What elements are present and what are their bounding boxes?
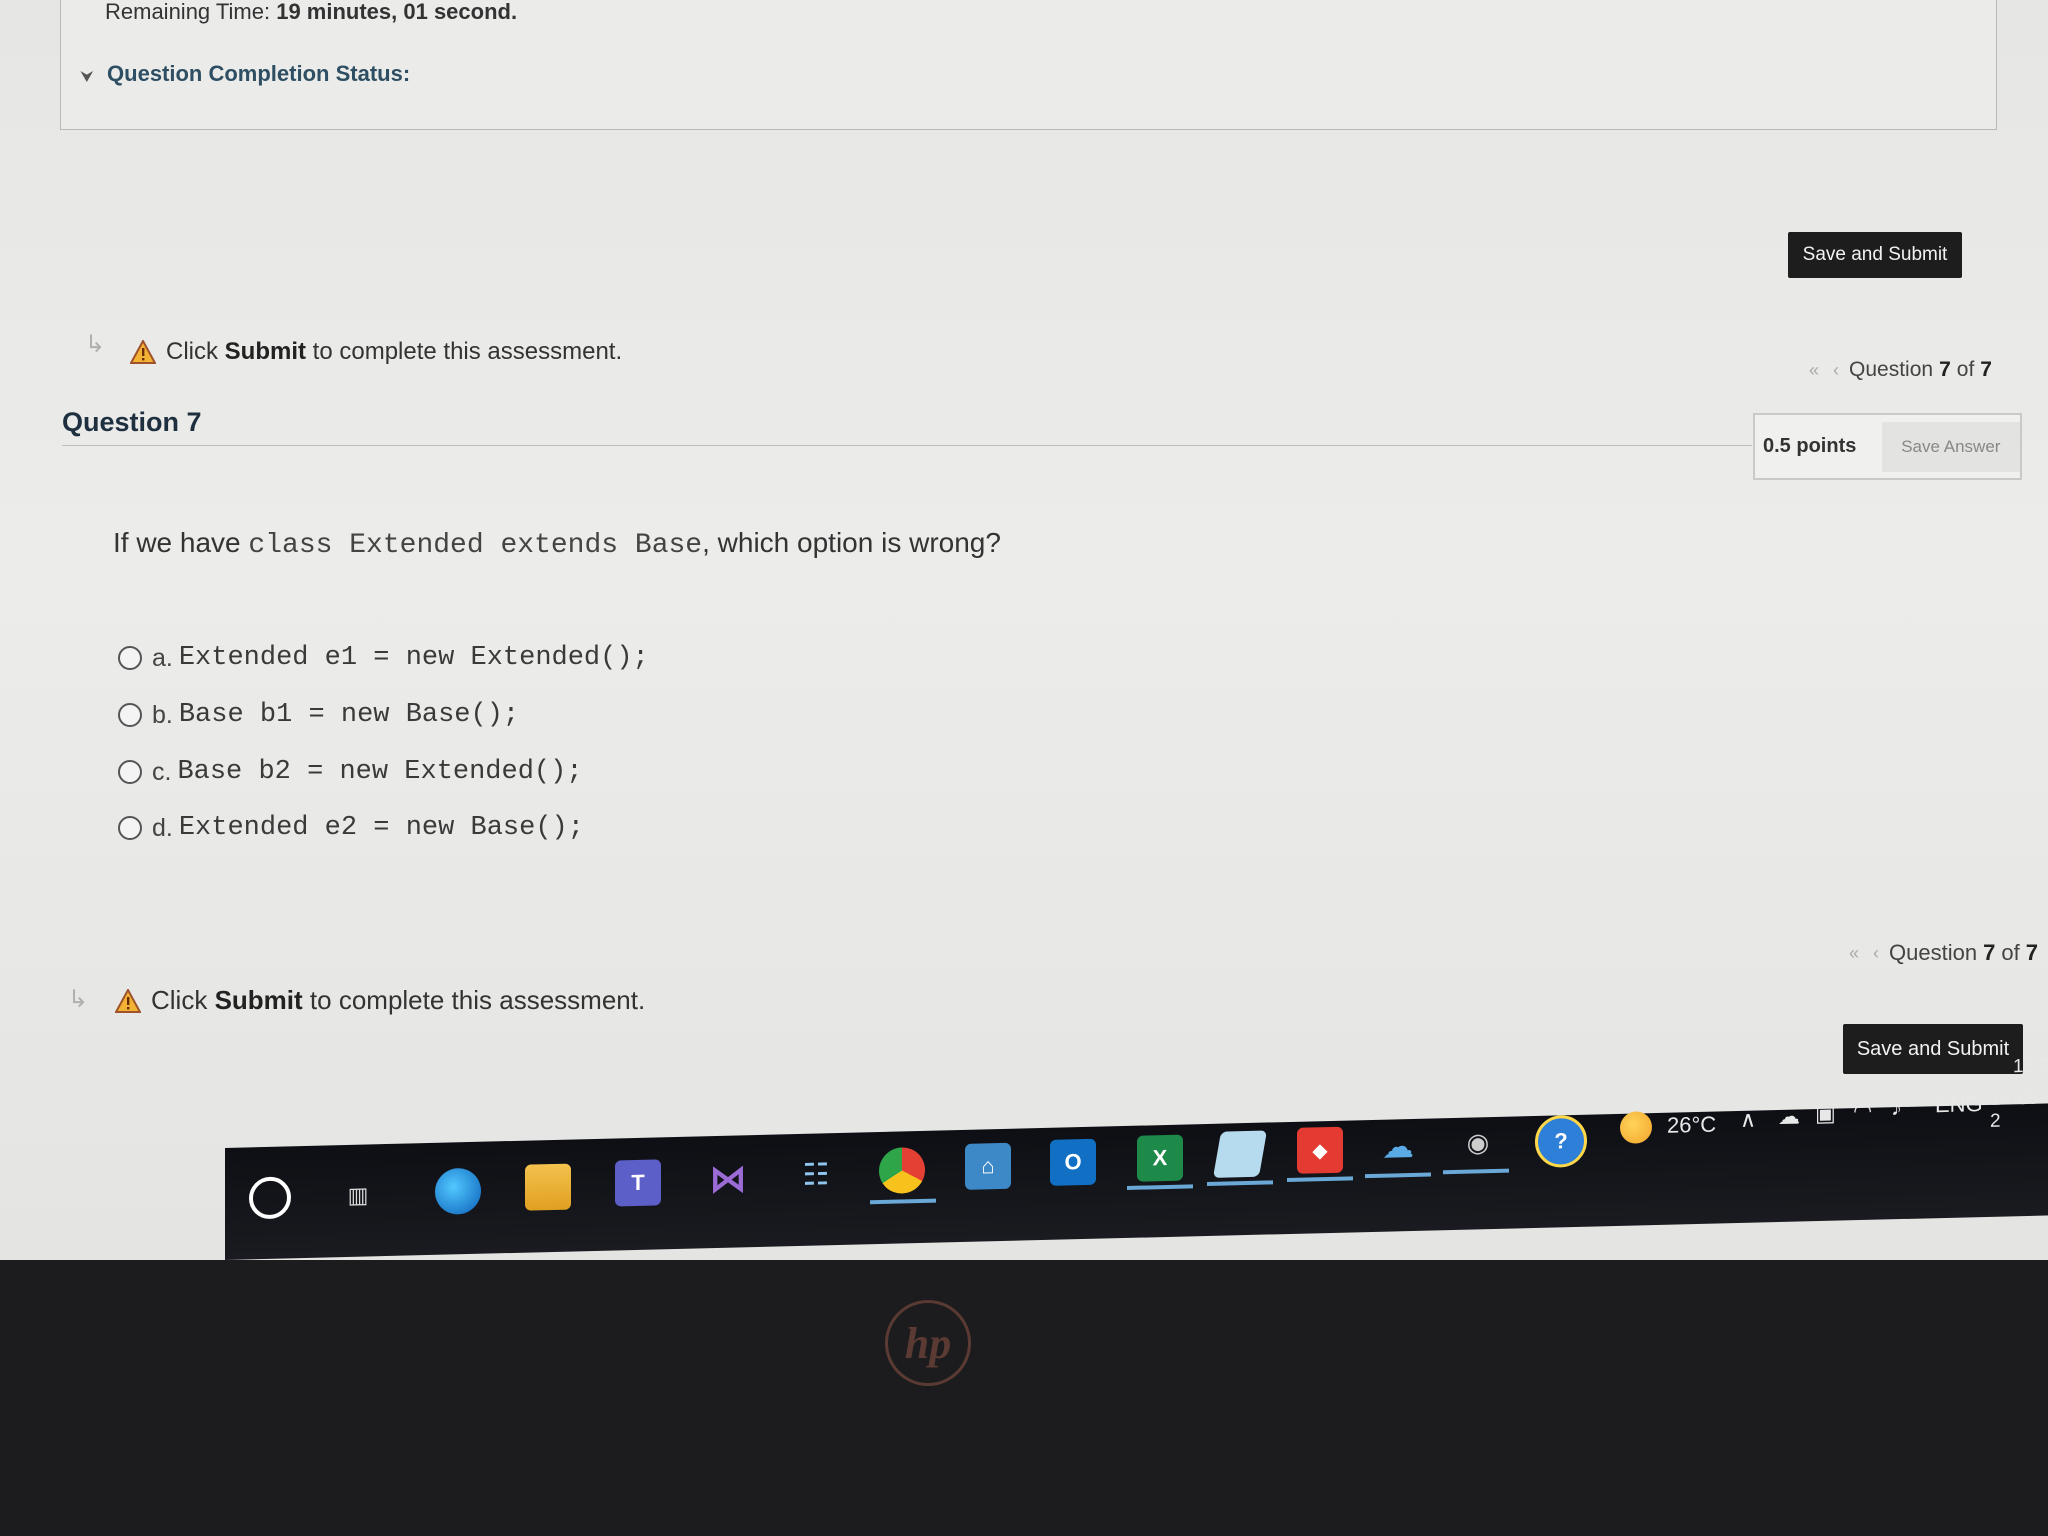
chevron-up-icon[interactable]: ∧ <box>1740 1107 1756 1133</box>
save-and-submit-button-top[interactable]: Save and Submit <box>1788 232 1962 278</box>
running-app-indicator <box>1287 1176 1353 1183</box>
previous-question-icon[interactable]: ‹ <box>1829 360 1843 381</box>
notice-text-end: to complete this assessment. <box>312 338 623 365</box>
remaining-time-value: 19 minutes, 01 second. <box>276 0 518 24</box>
first-question-icon[interactable]: « <box>1845 943 1863 964</box>
completion-status-label: Question Completion Status: <box>107 61 411 86</box>
option-letter: c. <box>152 757 172 786</box>
cloud-app-icon[interactable]: ☁ <box>1375 1123 1421 1170</box>
nav-label: Question <box>1849 358 1934 381</box>
active-app-indicator <box>870 1198 936 1205</box>
radio-button[interactable] <box>118 760 142 784</box>
volume-icon[interactable]: ♪ <box>1891 1095 1902 1121</box>
remaining-time-label: Remaining Time: <box>105 0 271 24</box>
task-view-icon[interactable]: ▥ <box>335 1172 381 1219</box>
question-nav-top: « ‹ Question 7 of 7 <box>1805 358 1992 382</box>
answer-option-c[interactable]: c. Base b2 = new Extended(); <box>118 757 583 787</box>
running-app-indicator <box>1443 1168 1509 1175</box>
option-code: Extended e2 = new Base(); <box>178 813 584 843</box>
question-text-end: , which option is wrong? <box>702 527 1001 558</box>
weather-icon <box>1620 1111 1652 1144</box>
notice-bold: Submit <box>224 338 306 365</box>
arrow-icon: ↳ <box>85 331 106 358</box>
save-answer-button[interactable]: Save Answer <box>1881 421 2020 472</box>
file-explorer-icon[interactable] <box>525 1163 571 1211</box>
nav-current: 7 <box>1939 358 1951 381</box>
excel-icon[interactable]: X <box>1137 1134 1183 1182</box>
running-app-indicator <box>1365 1172 1431 1179</box>
option-code: Base b2 = new Extended(); <box>177 757 583 787</box>
points-box: 0.5 points Save Answer <box>1753 413 2022 480</box>
edge-browser-icon[interactable] <box>435 1167 481 1215</box>
tablet-icon[interactable]: ▣ <box>1815 1101 1836 1128</box>
nav-total: 7 <box>1980 358 1992 381</box>
language-indicator[interactable]: ENG <box>1935 1091 1983 1118</box>
nav-of: of <box>1956 358 1975 381</box>
notice-text: Click <box>151 985 208 1015</box>
visual-studio-icon[interactable]: ⋈ <box>705 1155 751 1202</box>
question-title: Question 7 <box>62 407 202 437</box>
option-letter: d. <box>152 813 173 842</box>
outlook-icon[interactable]: O <box>1050 1138 1096 1186</box>
answer-option-b[interactable]: b. Base b1 = new Base(); <box>118 700 519 730</box>
onedrive-icon[interactable]: ☁ <box>1778 1104 1800 1131</box>
remaining-time: Remaining Time: 19 minutes, 01 second. <box>105 0 517 25</box>
nav-of: of <box>2001 940 2020 965</box>
answer-option-a[interactable]: a. Extended e1 = new Extended(); <box>118 643 649 673</box>
question-text-start: If we have <box>113 527 241 558</box>
arrow-icon: ↳ <box>68 986 89 1013</box>
status-panel: Remaining Time: 19 minutes, 01 second. ⮟… <box>60 0 1997 130</box>
previous-question-icon[interactable]: ‹ <box>1869 943 1883 964</box>
warning-icon <box>130 340 156 364</box>
save-and-submit-button-bottom[interactable]: Save and Submit <box>1843 1024 2023 1074</box>
hp-logo: hp <box>885 1300 971 1386</box>
notice-text-end: to complete this assessment. <box>309 985 646 1015</box>
network-app-icon[interactable]: ☷ <box>793 1151 839 1198</box>
nav-label: Question <box>1889 940 1978 965</box>
camera-app-icon[interactable]: ◉ <box>1455 1119 1501 1166</box>
radio-button[interactable] <box>118 703 142 727</box>
divider <box>62 445 1752 446</box>
submit-notice-bottom: Click Submit to complete this assessment… <box>115 985 645 1016</box>
chevron-down-icon: ⮟ <box>81 68 93 84</box>
browser-viewport: Remaining Time: 19 minutes, 01 second. ⮟… <box>0 0 2048 1260</box>
chrome-icon[interactable] <box>879 1146 925 1195</box>
cortana-search-icon[interactable] <box>249 1176 291 1220</box>
anydesk-icon[interactable]: ◆ <box>1297 1126 1343 1174</box>
answer-option-d[interactable]: d. Extended e2 = new Base(); <box>118 813 584 843</box>
clock-date[interactable]: 14-06-2 <box>1990 1087 2048 1133</box>
clock-time[interactable]: 15:23 <box>2013 1055 2048 1078</box>
first-question-icon[interactable]: « <box>1805 360 1823 381</box>
submit-notice-top: Click Submit to complete this assessment… <box>130 338 622 366</box>
option-letter: b. <box>152 700 173 729</box>
weather-temperature[interactable]: 26°C <box>1667 1112 1716 1139</box>
running-app-indicator <box>1127 1184 1193 1190</box>
radio-button[interactable] <box>118 646 142 670</box>
warning-icon <box>115 988 141 1013</box>
nav-current: 7 <box>1983 940 1996 965</box>
radio-button[interactable] <box>118 816 142 840</box>
notepad-icon[interactable] <box>1212 1130 1268 1178</box>
question-text: If we have class Extended extends Base, … <box>113 527 1001 561</box>
question-nav-bottom: « ‹ Question 7 of 7 <box>1845 940 2038 966</box>
nav-total: 7 <box>2025 940 2038 965</box>
secure-app-icon[interactable]: ⌂ <box>965 1142 1011 1190</box>
teams-icon[interactable]: T <box>615 1159 661 1207</box>
notice-text: Click <box>166 338 218 365</box>
option-letter: a. <box>152 643 173 672</box>
option-code: Extended e1 = new Extended(); <box>178 643 649 673</box>
question-points: 0.5 points <box>1763 435 1857 457</box>
help-icon[interactable]: ? <box>1535 1114 1587 1168</box>
wifi-icon[interactable]: ◠ <box>1853 1098 1872 1124</box>
running-app-indicator <box>1207 1180 1273 1187</box>
completion-status-toggle[interactable]: ⮟ Question Completion Status: <box>81 61 410 87</box>
question-code: class Extended extends Base <box>248 530 703 561</box>
option-code: Base b1 = new Base(); <box>178 700 520 730</box>
notice-bold: Submit <box>214 985 303 1015</box>
